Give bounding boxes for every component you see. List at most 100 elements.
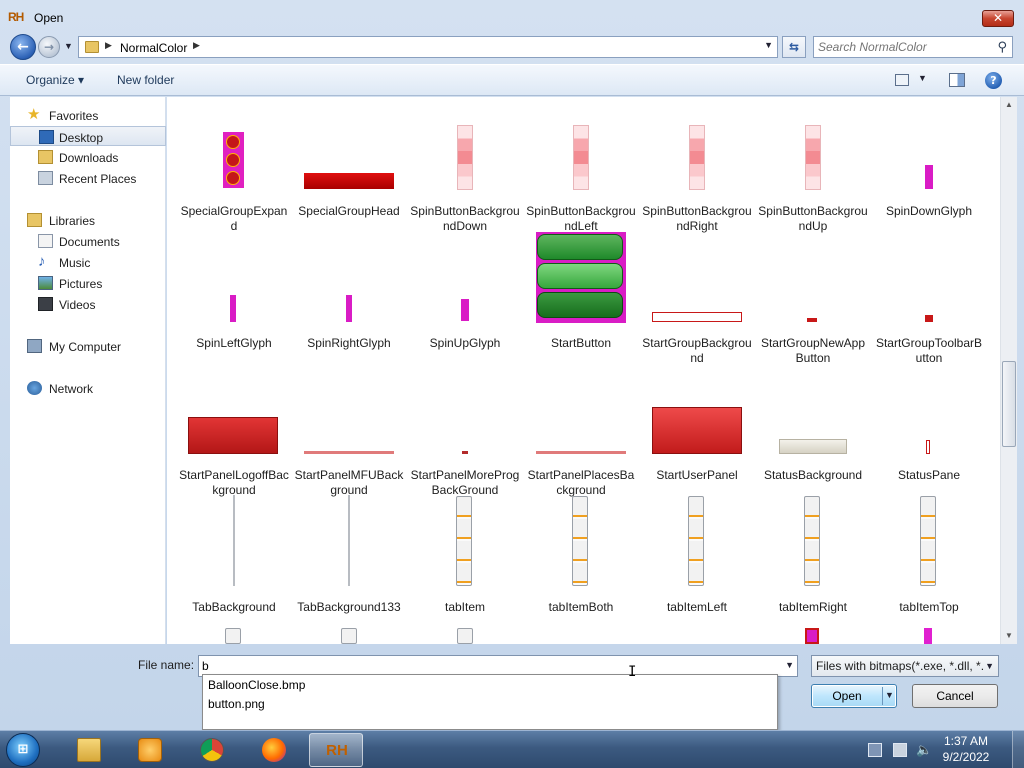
volume-icon[interactable]: 🔈 [916, 743, 932, 757]
preview-pane-icon[interactable] [949, 73, 965, 87]
file-item[interactable]: StartGroupBackground [642, 239, 752, 369]
file-item[interactable]: SpinUpGlyph [410, 239, 520, 369]
show-desktop-button[interactable] [1012, 731, 1024, 768]
autocomplete-item[interactable]: button.png [208, 697, 265, 711]
sidebar-item-pictures[interactable]: Pictures [10, 273, 166, 293]
file-item[interactable]: tabItem [410, 496, 520, 633]
breadcrumb-separator-icon[interactable]: ▶ [105, 40, 112, 51]
file-item[interactable]: StartPanelLogoffBackground [179, 371, 289, 501]
file-item[interactable]: SpinRightGlyph [294, 239, 404, 369]
open-dialog: RH Open ✕ ← → ▼ ▶ NormalColor ▶ ▼ ⇆ ⚲ Or… [0, 0, 1024, 730]
file-name: StartPanelPlacesBackground [527, 468, 635, 497]
file-item[interactable]: tabItemTop [874, 496, 984, 633]
sidebar-item-favorites[interactable]: ★ Favorites [10, 105, 166, 125]
address-dropdown-icon[interactable]: ▼ [764, 40, 773, 50]
file-name: TabBackground [192, 600, 276, 614]
new-folder-button[interactable]: New folder [117, 73, 174, 87]
computer-icon [27, 339, 42, 353]
sidebar-item-label: Documents [59, 235, 120, 249]
file-thumbnail[interactable] [924, 628, 932, 644]
sidebar-item-recent-places[interactable]: Recent Places [10, 168, 166, 188]
refresh-button[interactable]: ⇆ [782, 36, 806, 58]
split-divider [882, 687, 883, 705]
file-item[interactable]: tabItemRight [758, 496, 868, 633]
close-button[interactable]: ✕ [982, 10, 1014, 27]
file-item[interactable]: SpinButtonBackgroundUp [758, 107, 868, 237]
sidebar-item-music[interactable]: ♪ Music [10, 252, 166, 272]
file-thumbnail[interactable] [341, 628, 357, 644]
downloads-folder-icon [38, 150, 53, 164]
file-item[interactable]: SpinButtonBackgroundRight [642, 107, 752, 237]
file-type-dropdown-icon[interactable]: ▼ [985, 661, 994, 671]
file-item[interactable]: tabItemBoth [526, 496, 636, 633]
forward-button[interactable]: → [38, 36, 60, 58]
file-thumbnail[interactable] [805, 628, 819, 644]
search-input[interactable] [818, 39, 988, 55]
sidebar-item-downloads[interactable]: Downloads [10, 147, 166, 167]
breadcrumb-normalcolor[interactable]: NormalColor [120, 41, 187, 55]
scroll-down-icon[interactable]: ▼ [1001, 628, 1017, 644]
autocomplete-item[interactable]: BalloonClose.bmp [208, 678, 305, 692]
sidebar-item-videos[interactable]: Videos [10, 294, 166, 314]
file-thumbnail[interactable] [457, 628, 473, 644]
file-item[interactable]: SpecialGroupExpand [179, 107, 289, 237]
network-status-icon[interactable] [893, 743, 907, 757]
taskbar-media-player[interactable] [123, 733, 177, 767]
file-item[interactable]: SpinLeftGlyph [179, 239, 289, 369]
cancel-button[interactable]: Cancel [912, 684, 998, 708]
sidebar-item-desktop[interactable]: Desktop [10, 126, 166, 146]
file-item[interactable]: tabItemLeft [642, 496, 752, 633]
file-type-select[interactable]: Files with bitmaps(*.exe, *.dll, *. ▼ [811, 655, 999, 677]
file-item[interactable]: TabBackground133 [294, 495, 404, 633]
vertical-scrollbar[interactable]: ▲ ▼ [1000, 97, 1017, 644]
file-item[interactable]: StartUserPanel [642, 371, 752, 501]
search-icon[interactable]: ⚲ [997, 39, 1007, 55]
file-item[interactable]: StartButton [526, 232, 636, 369]
sidebar-item-my-computer[interactable]: My Computer [10, 336, 166, 356]
taskbar-firefox[interactable] [247, 733, 301, 767]
file-item[interactable]: StartGroupToolbarButton [874, 239, 984, 369]
open-button[interactable]: Open ▼ [811, 684, 897, 708]
back-button[interactable]: ← [10, 34, 36, 60]
scrollbar-thumb[interactable] [1002, 361, 1016, 447]
recent-pages-dropdown-icon[interactable]: ▼ [64, 41, 73, 51]
taskbar-chrome[interactable] [185, 733, 239, 767]
file-item[interactable]: SpinButtonBackgroundDown [410, 107, 520, 237]
sidebar-item-libraries[interactable]: Libraries [10, 210, 166, 230]
file-item[interactable]: SpinDownGlyph [874, 107, 984, 237]
file-item[interactable]: TabBackground [179, 495, 289, 633]
taskbar-resource-hacker[interactable]: RH [309, 733, 363, 767]
file-item[interactable]: StatusBackground [758, 371, 868, 501]
file-item[interactable]: StartPanelMFUBackground [294, 371, 404, 501]
action-center-icon[interactable] [868, 743, 882, 757]
file-item[interactable]: SpinButtonBackgroundLeft [526, 107, 636, 237]
open-options-dropdown-icon[interactable]: ▼ [885, 690, 894, 700]
file-item[interactable]: SpecialGroupHead [294, 107, 404, 237]
breadcrumb-separator-icon[interactable]: ▶ [193, 40, 200, 51]
organize-button[interactable]: Organize ▾ [26, 73, 84, 87]
search-box[interactable]: ⚲ [813, 36, 1013, 58]
views-dropdown-icon[interactable]: ▼ [918, 73, 927, 83]
file-thumbnail [456, 496, 472, 586]
help-icon[interactable]: ? [985, 72, 1002, 89]
sidebar-item-network[interactable]: Network [10, 378, 166, 398]
network-icon [27, 381, 42, 395]
sidebar-item-documents[interactable]: Documents [10, 231, 166, 251]
system-clock[interactable]: 1:37 AM 9/2/2022 [936, 733, 996, 765]
start-button[interactable]: ⊞ [6, 733, 40, 767]
file-name-dropdown-icon[interactable]: ▼ [785, 660, 794, 670]
file-thumbnail [925, 165, 933, 189]
file-item[interactable]: StartPanelPlacesBackground [526, 371, 636, 501]
file-item[interactable]: StatusPane [874, 371, 984, 501]
file-thumbnail [572, 496, 588, 586]
views-icon[interactable] [895, 74, 909, 86]
file-name-input[interactable] [202, 658, 772, 674]
file-thumbnail[interactable] [225, 628, 241, 644]
file-item[interactable]: StartPanelMoreProgBackGround [410, 371, 520, 501]
address-bar[interactable]: ▶ NormalColor ▶ ▼ [78, 36, 778, 58]
autocomplete-list: BalloonClose.bmp button.png [202, 674, 778, 730]
scroll-up-icon[interactable]: ▲ [1001, 97, 1017, 113]
documents-icon [38, 234, 53, 248]
taskbar-explorer[interactable] [62, 733, 116, 767]
file-item[interactable]: StartGroupNewAppButton [758, 239, 868, 369]
